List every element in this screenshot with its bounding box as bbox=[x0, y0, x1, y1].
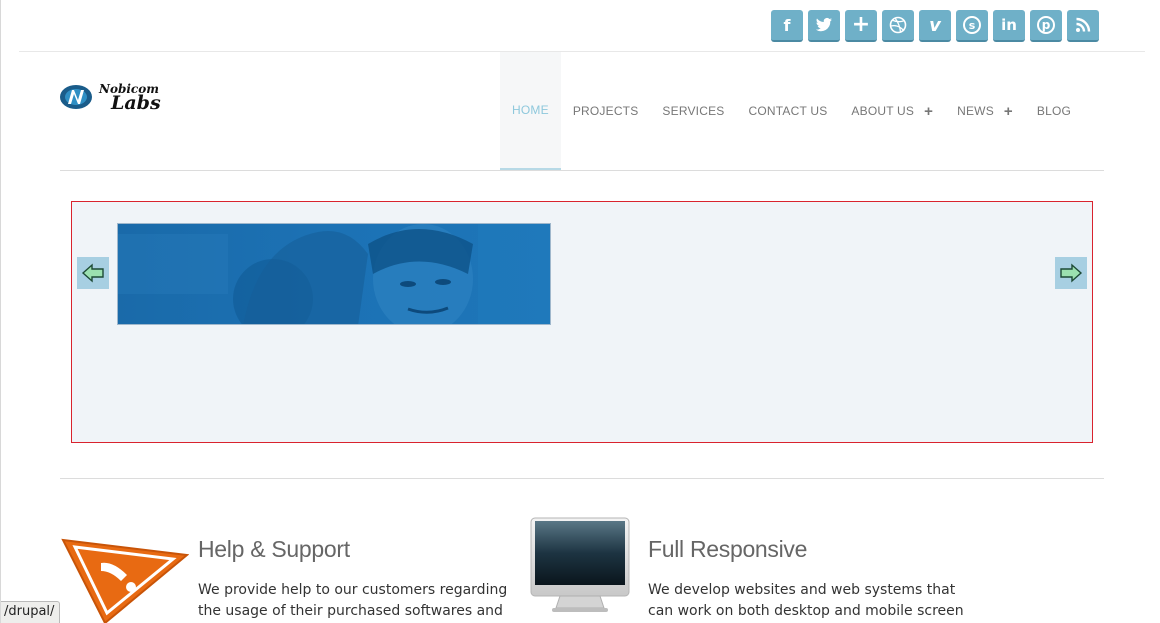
nav-item-contact-us[interactable]: CONTACT US bbox=[737, 52, 840, 170]
dribbble-link[interactable] bbox=[882, 10, 914, 42]
image-slider bbox=[71, 201, 1093, 443]
nav-item-projects[interactable]: PROJECTS bbox=[561, 52, 651, 170]
slider-next-button[interactable] bbox=[1055, 257, 1087, 289]
slide-image[interactable] bbox=[117, 223, 551, 325]
nav-item-about-us[interactable]: ABOUT US + bbox=[839, 52, 945, 170]
skype-link[interactable]: s bbox=[956, 10, 988, 42]
feature-text: We develop websites and web systems that… bbox=[648, 582, 964, 619]
vimeo-icon: v bbox=[929, 14, 941, 36]
pinterest-link[interactable]: p bbox=[1030, 10, 1062, 42]
nav-item-services[interactable]: SERVICES bbox=[650, 52, 736, 170]
pinterest-icon: p bbox=[1037, 16, 1055, 34]
status-bar-url: /drupal/ bbox=[1, 601, 61, 623]
facebook-icon: f bbox=[783, 15, 791, 35]
site-logo[interactable]: Nobicom Labs bbox=[59, 80, 189, 120]
monitor-icon bbox=[530, 517, 630, 612]
dribbble-icon bbox=[889, 16, 907, 34]
skype-icon: s bbox=[963, 16, 981, 34]
feature-text: We provide help to our customers regardi… bbox=[198, 582, 508, 619]
slider-prev-button[interactable] bbox=[77, 257, 109, 289]
google-plus-link[interactable]: + bbox=[845, 10, 877, 42]
feature-title: Help & Support bbox=[198, 536, 350, 562]
nav-item-label: NEWS bbox=[957, 104, 994, 118]
logo-text-bottom: Labs bbox=[111, 92, 161, 114]
twitter-icon bbox=[815, 17, 832, 32]
facebook-link[interactable]: f bbox=[771, 10, 803, 42]
header-divider bbox=[60, 170, 1104, 171]
plus-icon: + bbox=[851, 12, 871, 37]
arrow-left-icon bbox=[81, 263, 104, 283]
nav-item-label: HOME bbox=[512, 103, 549, 117]
nav-item-label: PROJECTS bbox=[572, 104, 639, 118]
vimeo-link[interactable]: v bbox=[919, 10, 951, 42]
twitter-link[interactable] bbox=[808, 10, 840, 42]
slide-photo bbox=[118, 224, 550, 324]
nav-item-label: BLOG bbox=[1036, 104, 1072, 118]
linkedin-icon: in bbox=[1001, 16, 1017, 34]
nav-item-home[interactable]: HOME bbox=[500, 52, 561, 170]
nav-item-news[interactable]: NEWS + bbox=[945, 52, 1025, 170]
rss-link[interactable] bbox=[1067, 10, 1099, 42]
linkedin-link[interactable]: in bbox=[993, 10, 1025, 42]
nav-item-label: CONTACT US bbox=[748, 104, 828, 118]
rss-icon bbox=[1076, 17, 1091, 32]
content-divider bbox=[60, 478, 1104, 479]
page: f + v s in p Nobicom Labs HOME PROJECTS … bbox=[0, 0, 1160, 623]
arrow-right-icon bbox=[1060, 263, 1083, 283]
nav-item-label: ABOUT US bbox=[851, 104, 915, 118]
logo-mark-icon bbox=[60, 85, 92, 109]
feature-title: Full Responsive bbox=[648, 536, 808, 562]
nav-item-blog[interactable]: BLOG bbox=[1025, 52, 1083, 170]
expand-plus-icon[interactable]: + bbox=[924, 103, 933, 120]
warning-triangle-icon bbox=[61, 538, 189, 623]
social-links: f + v s in p bbox=[771, 10, 1099, 42]
expand-plus-icon[interactable]: + bbox=[1004, 103, 1013, 120]
social-bar: f + v s in p bbox=[19, 0, 1145, 52]
nav-item-label: SERVICES bbox=[662, 104, 725, 118]
main-nav: HOME PROJECTS SERVICES CONTACT US ABOUT … bbox=[500, 52, 1083, 170]
